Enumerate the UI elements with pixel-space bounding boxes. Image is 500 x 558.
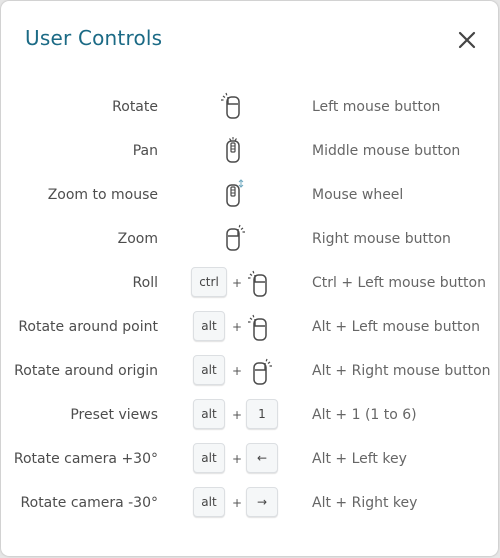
control-action-label: Zoom to mouse xyxy=(47,187,158,203)
control-description: Ctrl + Left mouse button xyxy=(312,275,486,291)
mouse-left-icon xyxy=(220,91,248,123)
user-controls-dialog: User Controls Rotate Left mouse button Pan… xyxy=(1,1,498,556)
control-description: Alt + Left key xyxy=(312,451,407,467)
mouse-middle-icon xyxy=(220,135,248,167)
key-alt: alt xyxy=(193,355,225,385)
plus-sign: + xyxy=(232,452,243,466)
plus-sign: + xyxy=(232,320,243,334)
control-action-label: Rotate xyxy=(112,99,158,115)
key-secondary: ← xyxy=(246,443,278,473)
mouse-left-icon xyxy=(247,313,275,345)
control-description: Left mouse button xyxy=(312,99,441,115)
key-secondary: 1 xyxy=(246,399,278,429)
key-secondary: → xyxy=(246,487,278,517)
control-description: Mouse wheel xyxy=(312,187,404,203)
control-description: Alt + Right mouse button xyxy=(312,363,491,379)
control-action-label: Zoom xyxy=(117,231,158,247)
control-description: Right mouse button xyxy=(312,231,451,247)
control-description: Middle mouse button xyxy=(312,143,461,159)
control-row: Rotate Left mouse button xyxy=(1,85,498,129)
mouse-wheel-icon xyxy=(220,179,248,211)
control-description: Alt + 1 (1 to 6) xyxy=(312,407,417,423)
key-alt: alt xyxy=(193,443,225,473)
mouse-right-icon xyxy=(247,357,275,389)
control-action-label: Preset views xyxy=(70,407,158,423)
key-ctrl: ctrl xyxy=(191,267,227,297)
control-action-label: Roll xyxy=(132,275,158,291)
control-row: Preset views alt +1 Alt + 1 (1 to 6) xyxy=(1,393,498,437)
control-row: Roll ctrl + Ctrl + Left mouse button xyxy=(1,261,498,305)
control-row: Rotate camera +30° alt + ← Alt + Left key xyxy=(1,437,498,481)
plus-sign: + xyxy=(232,276,243,290)
control-action-label: Pan xyxy=(132,143,158,159)
control-row: Rotate around point alt + Alt + Left mouse … xyxy=(1,305,498,349)
close-button[interactable] xyxy=(456,29,478,51)
key-alt: alt xyxy=(193,487,225,517)
dialog-title: User Controls xyxy=(25,26,163,50)
key-alt: alt xyxy=(193,311,225,341)
control-action-label: Rotate camera +30° xyxy=(13,451,158,467)
control-row: Zoom Right mouse button xyxy=(1,217,498,261)
control-action-label: Rotate camera -30° xyxy=(20,495,158,511)
plus-sign: + xyxy=(232,496,243,510)
control-description: Alt + Right key xyxy=(312,495,418,511)
close-icon[interactable] xyxy=(456,29,478,51)
control-description: Alt + Left mouse button xyxy=(312,319,480,335)
key-alt: alt xyxy=(193,399,225,429)
plus-sign: + xyxy=(232,408,243,422)
mouse-right-icon xyxy=(220,223,248,255)
control-row: Rotate camera -30° alt + → Alt + Right key xyxy=(1,481,498,525)
control-row: Pan Middle mouse button xyxy=(1,129,498,173)
control-action-label: Rotate around point xyxy=(18,319,158,335)
control-action-label: Rotate around origin xyxy=(14,363,158,379)
plus-sign: + xyxy=(232,364,243,378)
control-row: Zoom to mouse Mouse wheel xyxy=(1,173,498,217)
mouse-left-icon xyxy=(247,269,275,301)
control-row: Rotate around origin alt + Alt + Right mous… xyxy=(1,349,498,393)
